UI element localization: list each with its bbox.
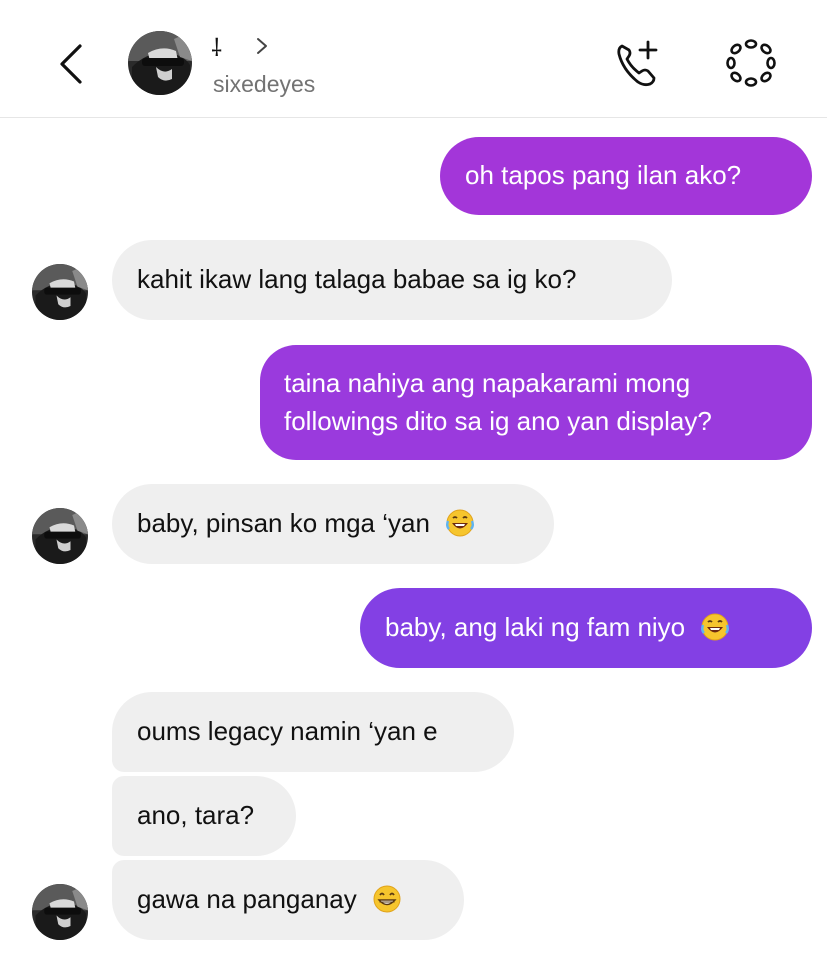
message-text: oh tapos pang ilan ako? xyxy=(465,160,742,190)
sender-avatar[interactable] xyxy=(32,264,88,320)
add-call-button[interactable] xyxy=(614,38,666,90)
display-name[interactable]: ⸸ xyxy=(211,34,271,64)
message-text: gawa na panganay xyxy=(137,884,357,914)
sender-avatar[interactable] xyxy=(32,884,88,940)
message-bubble-incoming[interactable]: baby, pinsan ko mga ‘yan xyxy=(112,484,554,564)
message-bubble-outgoing[interactable]: oh tapos pang ilan ako? xyxy=(440,137,812,215)
effects-icon xyxy=(726,39,776,87)
message-text: oums legacy namin ‘yan e xyxy=(137,716,438,746)
message-bubble-incoming[interactable]: ano, tara? xyxy=(112,776,296,856)
profile-avatar[interactable] xyxy=(128,31,192,95)
message-bubble-incoming[interactable]: gawa na panganay xyxy=(112,860,464,940)
message-text: ano, tara? xyxy=(137,800,255,830)
effects-button[interactable] xyxy=(722,36,780,90)
message-text: baby, ang laki ng fam niyo xyxy=(385,612,686,642)
message-bubble-incoming[interactable]: oums legacy namin ‘yan e xyxy=(112,692,514,772)
back-button[interactable] xyxy=(50,40,90,88)
sender-avatar[interactable] xyxy=(32,508,88,564)
rolling-on-floor-laughing-icon xyxy=(701,612,730,641)
phone-plus-icon xyxy=(617,40,658,87)
message-text-line-1: taina nahiya ang napakarami mong xyxy=(284,368,691,398)
grinning-face-icon xyxy=(373,884,401,913)
chat-screen: ⸸ sixedeyes oh tapos pang ilan ako? kahi… xyxy=(0,0,827,953)
message-text-line-2: followings dito sa ig ano yan display? xyxy=(284,406,712,436)
display-name-text: ⸸ xyxy=(211,35,223,62)
chevron-left-icon xyxy=(60,44,82,84)
chevron-right-icon xyxy=(257,38,267,54)
rolling-on-floor-laughing-icon xyxy=(445,508,475,537)
message-bubble-incoming[interactable]: kahit ikaw lang talaga babae sa ig ko? xyxy=(112,240,672,320)
username: sixedeyes xyxy=(213,71,316,97)
chat-header: ⸸ sixedeyes xyxy=(0,0,827,118)
message-text: baby, pinsan ko mga ‘yan xyxy=(137,508,430,538)
message-bubble-outgoing[interactable]: taina nahiya ang napakarami mong followi… xyxy=(260,345,812,460)
message-bubble-outgoing[interactable]: baby, ang laki ng fam niyo xyxy=(360,588,812,668)
message-text: kahit ikaw lang talaga babae sa ig ko? xyxy=(137,264,577,294)
